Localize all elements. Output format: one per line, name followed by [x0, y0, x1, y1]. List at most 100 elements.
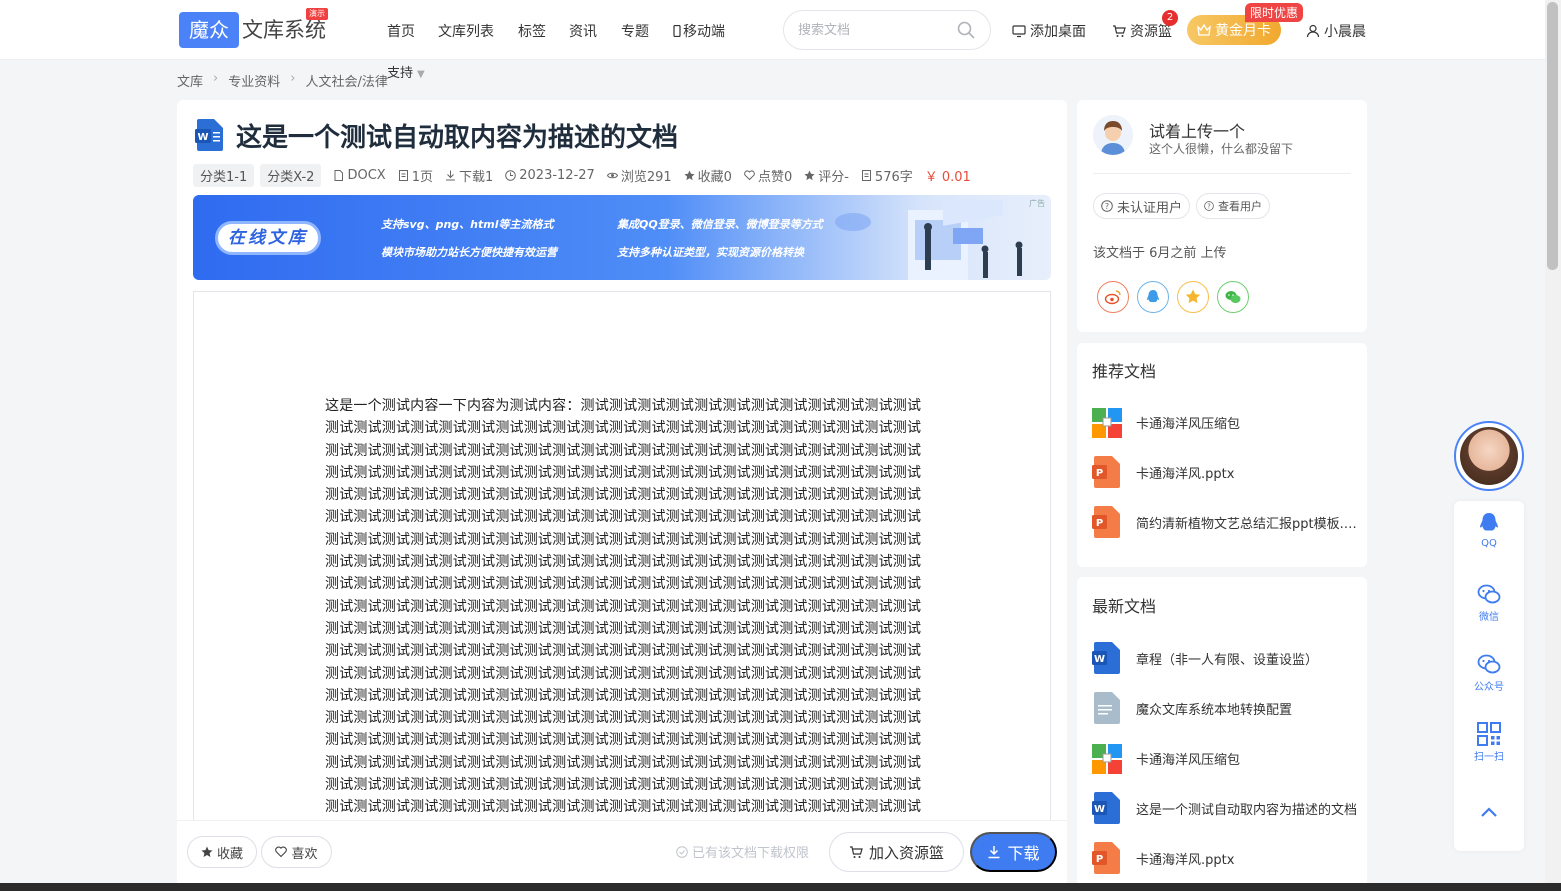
wechat-icon [1477, 584, 1501, 604]
float-official-button[interactable]: 公众号 [1454, 651, 1524, 693]
date-meta: 2023-12-27 [505, 168, 595, 183]
chevron-down-icon: ▼ [417, 69, 425, 80]
user-menu[interactable]: 小晨晨 [1306, 21, 1366, 41]
category-tag[interactable]: 分类1-1 [193, 163, 255, 187]
favorites-meta: 收藏0 [684, 166, 732, 185]
svg-text:W: W [1094, 804, 1105, 815]
nav-mobile[interactable]: 移动端 [673, 21, 725, 41]
ppt-file-icon: P [1092, 506, 1120, 538]
ad-banner[interactable]: 在线文库 支持svg、png、html等主流格式 模块市场助力站长方便快捷有效运… [193, 195, 1051, 280]
list-item[interactable]: W 章程（非一人有限、设董设监） [1092, 641, 1367, 675]
words-value: 576字 [874, 169, 913, 185]
nav-tags[interactable]: 标签 [518, 21, 546, 41]
float-wechat-button[interactable]: 微信 [1454, 581, 1524, 623]
weibo-share-icon[interactable] [1097, 281, 1129, 313]
download-button[interactable]: 下载 [970, 832, 1057, 872]
customer-service-avatar[interactable] [1454, 421, 1524, 491]
upload-info: 该文档于 6月之前 上传 [1093, 246, 1227, 261]
svg-text:?: ? [1105, 202, 1109, 211]
document-icon [861, 169, 871, 181]
word-file-icon: W [1092, 642, 1120, 674]
format-meta: DOCX [333, 167, 386, 183]
list-item[interactable]: P 卡通海洋风.pptx [1092, 841, 1367, 875]
date-value: 2023-12-27 [519, 167, 595, 183]
list-item-label: 简约清新植物文艺总结汇报ppt模板.pptx [1136, 516, 1361, 532]
official-account-icon [1477, 654, 1501, 674]
list-item[interactable]: 卡通海洋风压缩包 [1092, 741, 1367, 775]
author-bio: 这个人很懒，什么都没留下 [1149, 142, 1294, 156]
document-meta: 分类1-1 分类X-2 DOCX 1页 下载1 2023-12-27 浏览291… [193, 163, 971, 187]
favorites-value: 收藏0 [697, 169, 732, 185]
list-item[interactable]: W 这是一个测试自动取内容为描述的文档 [1092, 791, 1367, 825]
like-button[interactable]: 喜欢 [261, 836, 332, 868]
pages-icon [398, 169, 408, 181]
qq-share-icon[interactable] [1137, 281, 1169, 313]
star-icon [684, 170, 695, 180]
search-input[interactable] [798, 20, 948, 40]
list-item[interactable]: P 卡通海洋风.pptx [1092, 455, 1367, 489]
format-value: DOCX [347, 167, 386, 183]
search-box [783, 10, 991, 50]
star-icon [201, 846, 213, 857]
demo-badge: 演示 [306, 8, 328, 20]
add-desktop-link[interactable]: 添加桌面 [1012, 21, 1086, 41]
breadcrumb-item[interactable]: 专业资料 [228, 71, 280, 90]
latest-title: 最新文档 [1092, 597, 1157, 616]
views-meta: 浏览291 [606, 166, 672, 185]
list-item-label: 卡通海洋风压缩包 [1136, 752, 1241, 768]
nav-topics[interactable]: 专题 [621, 21, 649, 41]
banner-illustration [835, 200, 1023, 280]
cart-icon [1113, 25, 1126, 37]
list-item-label: 卡通海洋风压缩包 [1136, 416, 1241, 432]
rating-meta: 评分- [804, 166, 849, 185]
qzone-share-icon[interactable] [1177, 281, 1209, 313]
like-label: 喜欢 [291, 845, 318, 861]
add-to-basket-button[interactable]: 加入资源篮 [829, 832, 964, 872]
breadcrumb: 文库 › 专业资料 › 人文社会/法律 [177, 71, 388, 90]
breadcrumb-item[interactable]: 人文社会/法律 [305, 71, 387, 90]
recommended-title: 推荐文档 [1092, 362, 1157, 381]
pages-meta: 1页 [398, 166, 433, 185]
resource-basket-link[interactable]: 资源篮 [1112, 21, 1172, 41]
nav-support[interactable]: 支持 ▼ [387, 62, 425, 81]
qzone-icon [1185, 289, 1201, 304]
wechat-share-icon[interactable] [1217, 281, 1249, 313]
nav-news[interactable]: 资讯 [569, 21, 597, 41]
eye-icon [606, 172, 618, 178]
float-qq-button[interactable]: QQ [1454, 511, 1524, 549]
text-file-icon [1094, 692, 1120, 724]
vip-card-label: 黄金月卡 [1215, 23, 1271, 39]
banner-text: 集成QQ登录、微信登录、微博登录等方式 [617, 218, 823, 231]
list-item[interactable]: 魔众文库系统本地转换配置 [1092, 691, 1367, 725]
banner-pill: 在线文库 [215, 221, 321, 255]
word-file-icon: W [195, 119, 223, 151]
view-user-button[interactable]: ? 查看用户 [1196, 193, 1270, 219]
list-item-label: 卡通海洋风.pptx [1136, 466, 1235, 482]
float-scan-button[interactable]: 扫一扫 [1454, 721, 1524, 763]
breadcrumb-item[interactable]: 文库 [177, 71, 203, 90]
back-to-top-button[interactable] [1454, 800, 1524, 826]
author-name[interactable]: 试着上传一个 [1149, 118, 1245, 142]
view-user-label: 查看用户 [1218, 200, 1262, 213]
list-item[interactable]: 卡通海洋风压缩包 [1092, 405, 1367, 439]
qq-icon [1147, 290, 1159, 302]
float-official-label: 公众号 [1474, 682, 1504, 693]
unverified-label: 未认证用户 [1117, 200, 1183, 216]
star-icon [804, 170, 815, 180]
ad-label: 广告 [1029, 199, 1045, 208]
nav-doc-list[interactable]: 文库列表 [438, 21, 494, 41]
qq-icon [1480, 513, 1498, 531]
question-circle-icon: ? [1101, 200, 1113, 212]
unverified-badge: ? 未认证用户 [1093, 193, 1191, 219]
list-item[interactable]: P 简约清新植物文艺总结汇报ppt模板.pptx [1092, 505, 1367, 539]
logo-mark[interactable]: 魔众 [179, 12, 239, 48]
nav-home[interactable]: 首页 [387, 21, 415, 41]
category-tag[interactable]: 分类X-2 [260, 163, 322, 187]
author-avatar[interactable] [1093, 115, 1133, 155]
search-icon[interactable] [956, 20, 976, 40]
list-item-label: 魔众文库系统本地转换配置 [1136, 702, 1293, 718]
favorite-button[interactable]: 收藏 [187, 836, 257, 868]
list-item-label: 卡通海洋风.pptx [1136, 852, 1235, 868]
ppt-file-icon: P [1092, 842, 1120, 874]
scrollbar-thumb[interactable] [1547, 2, 1558, 270]
